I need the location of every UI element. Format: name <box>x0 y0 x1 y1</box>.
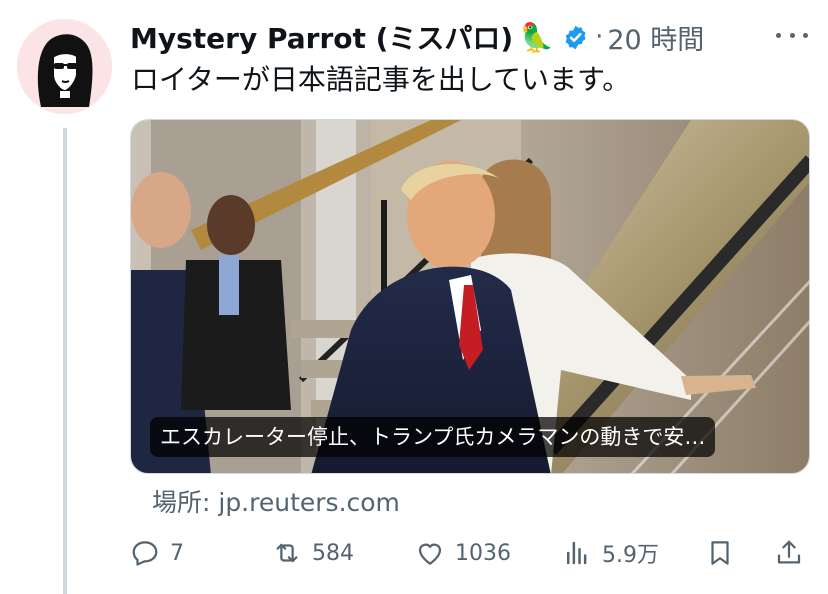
tweet-text: ロイターが日本語記事を出しています。 <box>131 63 631 96</box>
timestamp[interactable]: 20 時間 <box>607 18 704 57</box>
views-button[interactable]: 5.9万 <box>562 530 659 576</box>
separator-dot: · <box>595 22 604 52</box>
action-bar: 7 584 1036 5.9万 <box>130 530 810 576</box>
like-button[interactable]: 1036 <box>415 530 511 576</box>
avatar-illustration <box>17 19 112 114</box>
parrot-emoji: 🦜 <box>519 20 555 54</box>
views-chart-icon <box>567 541 587 565</box>
retweet-icon <box>276 543 298 563</box>
tweet-header: Mystery Parrot (ミスパロ) 🦜 · 20 時間 <box>130 14 704 60</box>
like-count: 1036 <box>455 540 511 566</box>
retweet-button[interactable]: 584 <box>272 530 354 576</box>
heart-icon <box>418 543 442 565</box>
thread-line <box>63 128 67 594</box>
more-dots-icon[interactable] <box>776 22 808 48</box>
retweet-count: 584 <box>312 540 354 566</box>
bookmark-button[interactable] <box>705 530 735 576</box>
link-card-caption: エスカレーター停止、トランプ氏カメラマンの動きで安… <box>150 417 716 457</box>
reply-icon <box>132 541 158 566</box>
bookmark-icon <box>711 541 729 565</box>
verified-badge-icon <box>562 24 589 51</box>
share-icon <box>777 540 801 564</box>
reply-button[interactable]: 7 <box>130 530 184 576</box>
link-card[interactable]: エスカレーター停止、トランプ氏カメラマンの動きで安… <box>130 119 810 474</box>
avatar[interactable] <box>17 19 112 114</box>
views-count: 5.9万 <box>602 543 659 568</box>
share-button[interactable] <box>774 530 804 576</box>
display-name[interactable]: Mystery Parrot (ミスパロ) <box>130 17 513 57</box>
link-source[interactable]: 場所: jp.reuters.com <box>152 483 400 519</box>
reply-count: 7 <box>170 540 184 566</box>
